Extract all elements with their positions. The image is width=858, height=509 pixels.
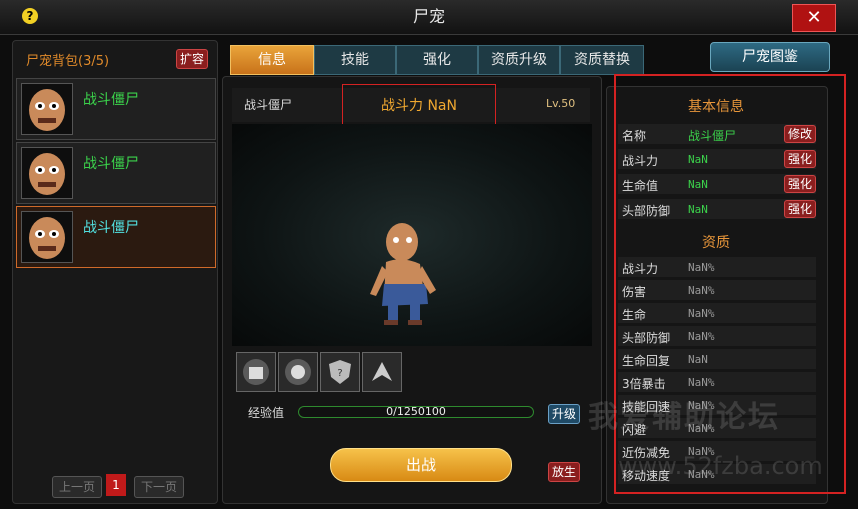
prev-page-button[interactable]: 上一页: [52, 476, 102, 498]
pet-name: 战斗僵尸: [83, 220, 139, 236]
help-icon[interactable]: ?: [22, 8, 38, 24]
pet-bag-title: 尸宠背包(3/5): [26, 54, 110, 69]
pet-name: 战斗僵尸: [83, 156, 139, 172]
watermark-url: www.52fzba.com: [618, 452, 823, 480]
exp-label: 经验值: [248, 406, 285, 420]
skill-slot-shield-icon[interactable]: ?: [320, 352, 360, 392]
deploy-button[interactable]: 出战: [330, 448, 512, 482]
pet-list-item-selected[interactable]: 战斗僵尸: [16, 206, 216, 268]
tab-aptitude-upgrade[interactable]: 资质升级: [478, 45, 560, 75]
close-button[interactable]: ✕: [792, 4, 836, 32]
window-title: 尸宠: [412, 7, 445, 26]
pet-preview-stage: [232, 124, 592, 346]
zombie-avatar: [21, 147, 73, 199]
pet-list-item[interactable]: 战斗僵尸: [16, 142, 216, 204]
watermark: 我爱辅助论坛: [588, 400, 780, 435]
pet-name: 战斗僵尸: [83, 92, 139, 108]
tab-info[interactable]: 信息: [230, 45, 314, 75]
svg-text:?: ?: [337, 368, 342, 379]
pet-display-name: 战斗僵尸: [244, 98, 293, 112]
skill-slot-power-icon[interactable]: [278, 352, 318, 392]
exp-value: 0/1250100: [386, 405, 446, 418]
release-button[interactable]: 放生: [548, 462, 580, 482]
tab-skills[interactable]: 技能: [314, 45, 396, 75]
pet-list-item[interactable]: 战斗僵尸: [16, 78, 216, 140]
upgrade-button[interactable]: 升级: [548, 404, 580, 424]
pet-atlas-button[interactable]: 尸宠图鉴: [710, 42, 830, 72]
combat-power: 战斗力 NaN: [342, 84, 496, 128]
tab-aptitude-replace[interactable]: 资质替换: [560, 45, 644, 75]
page-number: 1: [106, 474, 126, 496]
skill-slot-fist-icon[interactable]: [236, 352, 276, 392]
zombie-avatar: [21, 83, 73, 135]
tab-enhance[interactable]: 强化: [396, 45, 478, 75]
skill-slot-claw-icon[interactable]: [362, 352, 402, 392]
zombie-avatar: [21, 211, 73, 263]
pet-level: Lv.50: [546, 97, 576, 110]
next-page-button[interactable]: 下一页: [134, 476, 184, 498]
expand-button[interactable]: 扩容: [176, 49, 208, 69]
zombie-figure: [370, 223, 436, 325]
